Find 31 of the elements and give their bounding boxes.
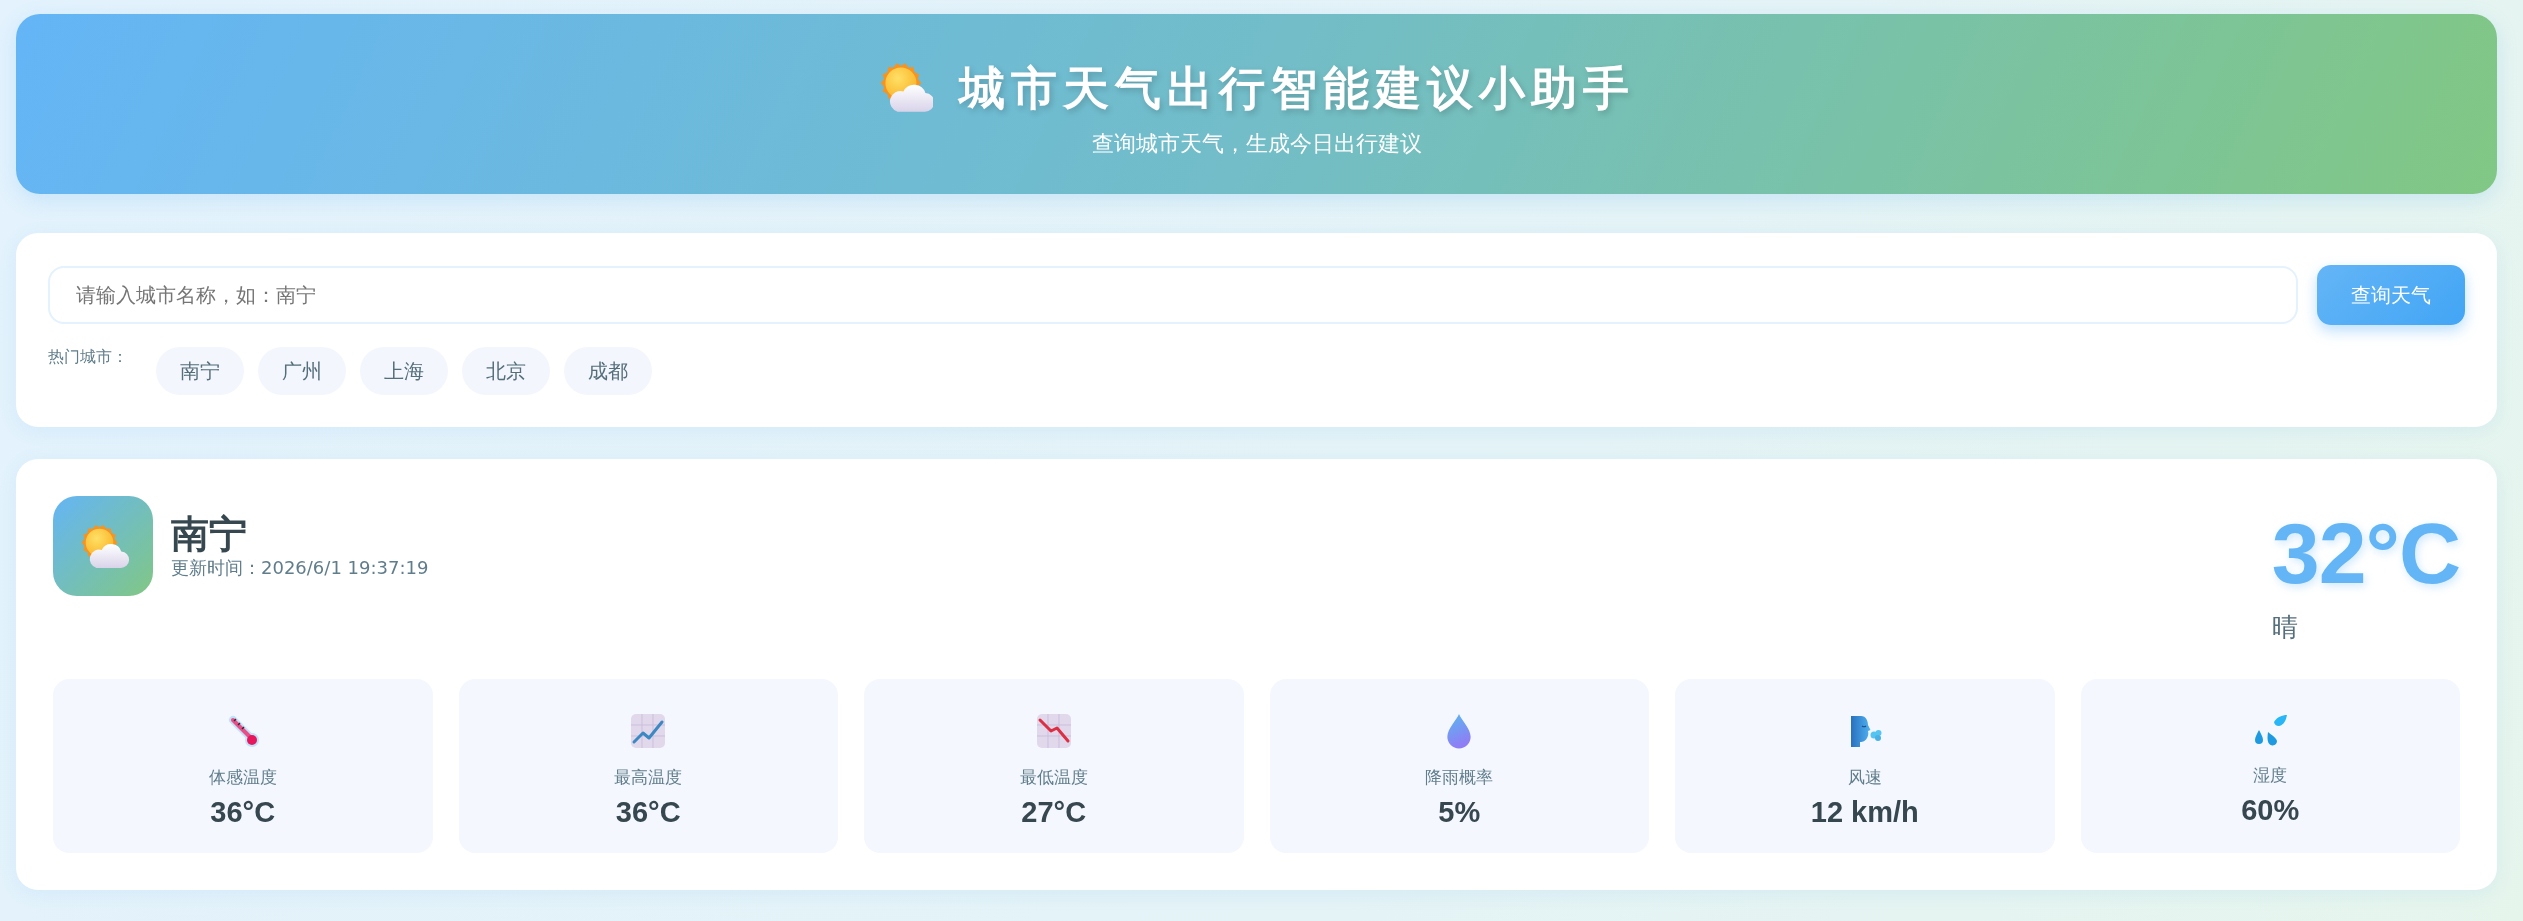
update-time: 更新时间：2026/6/1 19:37:19 xyxy=(171,556,429,580)
stat-label: 最低温度 xyxy=(1019,766,1088,788)
stat-value: 36°C xyxy=(615,795,681,829)
app-title: 城市天气出行智能建议小助手 xyxy=(958,60,1635,117)
stat-value: 5% xyxy=(1438,795,1481,829)
stat-value: 27°C xyxy=(1021,795,1087,829)
droplet-icon xyxy=(1446,713,1473,749)
stat-label: 最高温度 xyxy=(614,766,683,788)
city-chip[interactable]: 上海 xyxy=(360,347,448,395)
hot-cities-label: 热门城市： xyxy=(48,347,128,367)
city-chip[interactable]: 成都 xyxy=(564,347,652,395)
city-name: 南宁 xyxy=(171,512,247,556)
droplets-icon xyxy=(2252,713,2289,747)
city-chip[interactable]: 广州 xyxy=(258,347,346,395)
stat-label: 体感温度 xyxy=(208,766,277,788)
city-search-input[interactable]: 请输入城市名称，如：南宁 xyxy=(48,266,2298,324)
city-chip[interactable]: 北京 xyxy=(462,347,550,395)
stat-value: 60% xyxy=(2241,793,2300,827)
sun-cloud-icon xyxy=(53,496,153,596)
weather-condition: 晴 xyxy=(2271,611,2298,644)
temperature-value: 32°C xyxy=(2271,510,2460,596)
stat-label: 湿度 xyxy=(2253,764,2288,786)
chart-down-icon xyxy=(1035,713,1072,749)
chart-up-icon xyxy=(630,713,667,749)
app-subtitle: 查询城市天气，生成今日出行建议 xyxy=(1091,130,1422,158)
stat-value: 36°C xyxy=(210,795,276,829)
stat-label: 降雨概率 xyxy=(1425,766,1494,788)
sun-cloud-icon xyxy=(878,61,933,115)
stat-value: 12 km/h xyxy=(1810,795,1919,829)
stat-label: 风速 xyxy=(1847,766,1882,788)
city-chip[interactable]: 南宁 xyxy=(156,347,244,395)
